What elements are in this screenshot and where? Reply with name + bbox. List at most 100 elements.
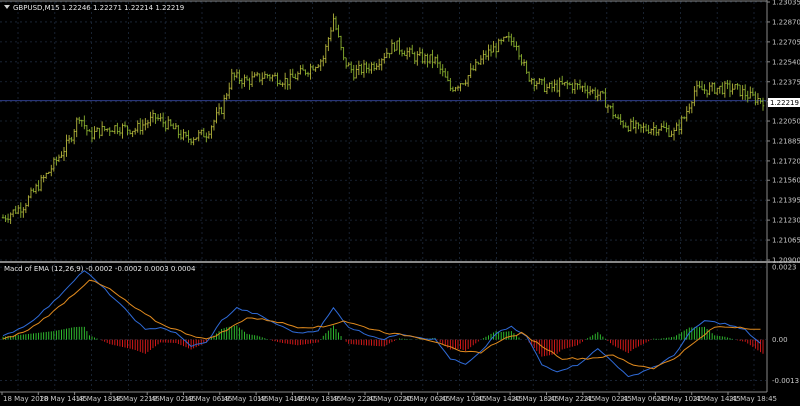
price-tick-label: 1.22870 — [772, 18, 800, 26]
candle — [487, 44, 490, 61]
candle — [47, 171, 50, 174]
candle — [703, 84, 706, 95]
candle — [32, 188, 35, 193]
candle — [667, 125, 671, 138]
candle — [619, 114, 622, 125]
price-axis[interactable]: 1.23035 1.22870 1.22705 1.22540 1.22375 1.222… — [767, 0, 800, 265]
candle — [360, 63, 363, 75]
candle — [372, 61, 376, 71]
candle — [83, 115, 86, 130]
candle — [149, 111, 152, 127]
candle — [85, 124, 89, 136]
macd-tick-label: 0.0023 — [772, 264, 797, 272]
candle — [683, 116, 686, 120]
candle — [489, 44, 493, 57]
candle — [316, 64, 320, 69]
price-tick-label: 1.23035 — [772, 0, 800, 7]
candle — [649, 128, 653, 135]
candle — [230, 68, 233, 90]
candle — [733, 84, 737, 90]
candle — [461, 83, 465, 85]
candle — [484, 50, 488, 60]
candle — [680, 115, 683, 135]
candle — [444, 68, 447, 78]
candle — [690, 101, 694, 114]
candle — [576, 83, 579, 90]
candle — [377, 58, 381, 71]
trading-chart[interactable]: 1.23035 1.22870 1.22705 1.22540 1.22375 1.222… — [0, 0, 800, 406]
candle — [726, 79, 729, 90]
candle — [728, 80, 732, 98]
candle — [296, 71, 300, 81]
candle — [512, 37, 516, 48]
current-price-text: 1.22219 — [770, 99, 799, 107]
candle — [677, 119, 681, 135]
candle — [596, 89, 599, 102]
candle — [151, 109, 155, 123]
candle — [233, 72, 236, 81]
candle — [131, 130, 134, 138]
candle — [670, 130, 673, 137]
macd-axis[interactable]: 0.0023 0.00 -0.0013 — [772, 264, 799, 385]
candle — [184, 131, 188, 138]
candle — [276, 72, 279, 87]
candle — [525, 60, 528, 75]
price-tick-label: 1.21395 — [772, 197, 800, 205]
candle — [616, 114, 620, 120]
candle — [474, 58, 477, 72]
candle — [337, 24, 340, 38]
candle — [367, 63, 371, 74]
candle — [111, 130, 114, 133]
candle — [380, 58, 383, 71]
candle — [652, 122, 655, 136]
candle — [398, 37, 401, 55]
candle — [19, 202, 22, 218]
candle — [350, 61, 353, 74]
candle — [716, 87, 719, 96]
candle — [642, 122, 645, 133]
candle — [243, 74, 246, 87]
candle — [6, 213, 10, 223]
candle — [634, 120, 638, 134]
candle — [344, 57, 348, 69]
candle — [672, 127, 676, 141]
candle — [225, 92, 228, 101]
candle — [220, 106, 223, 115]
candle — [479, 55, 483, 65]
candle — [179, 129, 183, 140]
candle — [446, 71, 450, 82]
candle — [39, 174, 43, 192]
candle — [133, 127, 137, 135]
candle — [294, 73, 297, 80]
candle — [187, 130, 190, 143]
candle — [141, 119, 144, 135]
candle — [568, 82, 572, 86]
candle — [375, 63, 378, 71]
candle — [530, 77, 533, 85]
candle — [268, 74, 272, 82]
candle — [52, 157, 56, 172]
candle — [482, 50, 485, 65]
price-tick-label: 1.21885 — [772, 137, 800, 145]
candle — [228, 82, 231, 99]
chart-menu-arrow-icon[interactable] — [4, 5, 10, 9]
candle — [355, 64, 358, 79]
candle — [42, 175, 45, 183]
candle — [736, 83, 739, 90]
candle — [289, 69, 292, 90]
candle — [622, 120, 625, 129]
candle — [154, 113, 157, 124]
candle — [665, 122, 668, 133]
time-axis[interactable]: 18 May 202018 May 14:4518 May 18:4518 Ma… — [1, 392, 777, 403]
candle — [604, 88, 607, 108]
candle — [291, 68, 294, 78]
price-tick-label: 1.22540 — [772, 58, 800, 66]
candle — [510, 33, 513, 46]
candle — [136, 120, 139, 133]
price-tick-label: 1.21065 — [772, 237, 800, 245]
candle — [731, 83, 734, 95]
candle — [497, 38, 500, 53]
candle — [639, 124, 643, 133]
candle — [571, 82, 574, 94]
candle — [286, 78, 289, 90]
